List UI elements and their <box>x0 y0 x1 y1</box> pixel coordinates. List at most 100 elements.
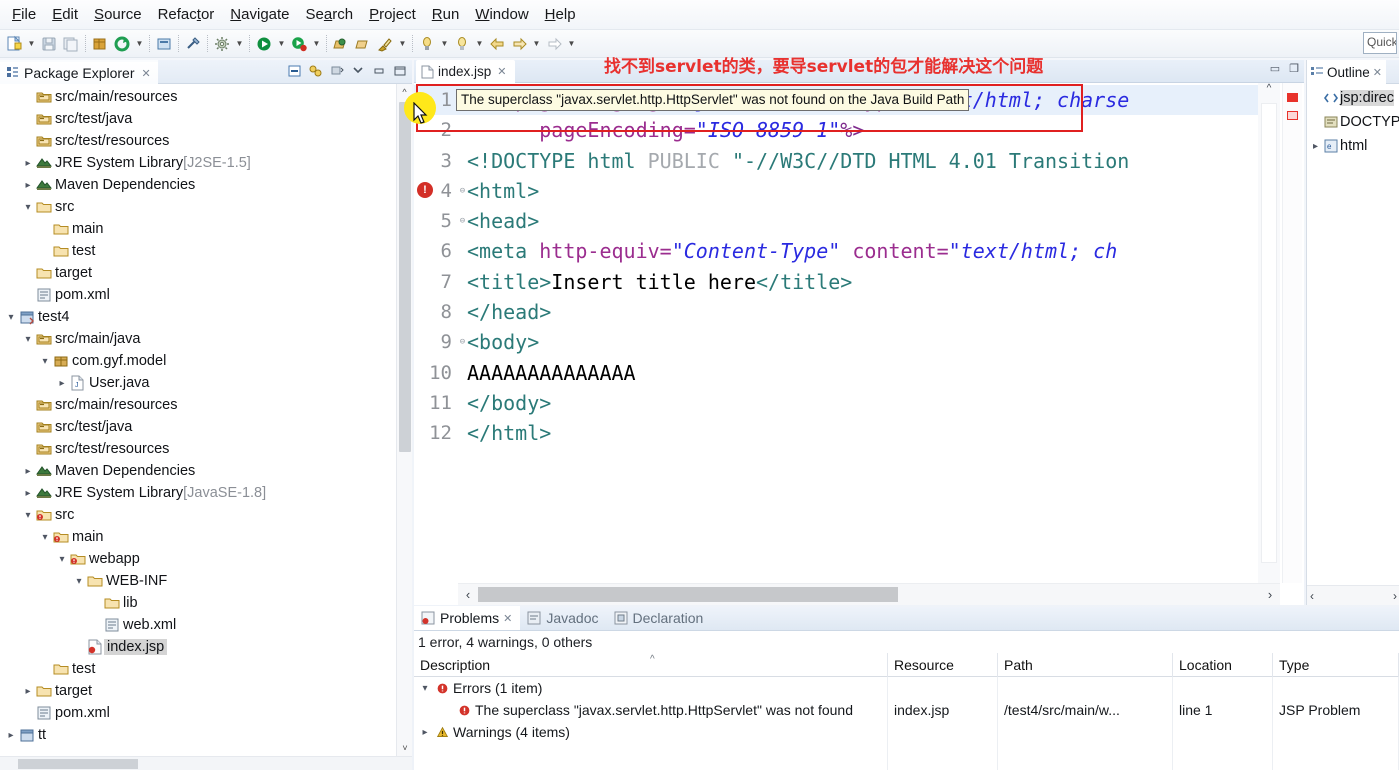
tree-item-target[interactable]: target <box>0 262 396 284</box>
scrollbar-thumb[interactable] <box>399 102 411 452</box>
collapse-twisty-icon[interactable]: ▾ <box>21 510 35 521</box>
code-line-5[interactable]: 5 ⊖ <head> <box>414 206 1258 236</box>
menu-file[interactable]: File <box>4 4 44 25</box>
tree-item-main[interactable]: main <box>0 218 396 240</box>
close-icon[interactable]: ✕ <box>142 67 151 80</box>
build-gear-icon[interactable] <box>211 33 233 55</box>
tab-javadoc[interactable]: Javadoc <box>520 606 606 630</box>
debug-dropdown[interactable]: ▼ <box>275 33 288 55</box>
fold-toggle-icon[interactable]: ⊖ <box>458 206 467 236</box>
collapse-twisty-icon[interactable]: ▾ <box>38 532 52 543</box>
package-explorer-vscrollbar[interactable]: ^ ˅ <box>396 84 412 756</box>
tree-item-test[interactable]: test <box>0 240 396 262</box>
tab-declaration[interactable]: Declaration <box>607 606 712 630</box>
next-annotation-icon[interactable] <box>451 33 473 55</box>
tree-item-jre-system-library[interactable]: ▸ JRE System Library [J2SE-1.5] <box>0 152 396 174</box>
fold-toggle-icon[interactable]: ⊖ <box>458 176 467 206</box>
new-wizard-dropdown[interactable]: ▼ <box>25 33 38 55</box>
editor-vscrollbar[interactable]: ^ <box>1258 83 1280 583</box>
expand-twisty-icon[interactable]: ▸ <box>21 158 35 169</box>
column-header-type[interactable]: Type <box>1273 652 1399 677</box>
previous-annotation-icon[interactable] <box>416 33 438 55</box>
tree-item-src-main-resources[interactable]: src/main/resources <box>0 86 396 108</box>
collapse-twisty-icon[interactable]: ▾ <box>55 554 69 565</box>
menu-window[interactable]: Window <box>467 4 536 25</box>
search-icon[interactable] <box>374 33 396 55</box>
menu-project[interactable]: Project <box>361 4 424 25</box>
scroll-left-icon[interactable]: ‹ <box>1310 589 1314 603</box>
collapse-twisty-icon[interactable]: ▾ <box>4 312 18 323</box>
sort-indicator-icon[interactable]: ^ <box>650 654 655 665</box>
tab-outline[interactable]: Outline ✕ <box>1307 60 1386 84</box>
tree-item-web.xml[interactable]: web.xml <box>0 614 396 636</box>
fold-toggle-icon[interactable]: ⊖ <box>458 327 467 357</box>
forward-icon[interactable] <box>508 33 530 55</box>
outline-hscrollbar[interactable]: ‹ › <box>1307 585 1399 605</box>
tree-item-pom.xml[interactable]: pom.xml <box>0 284 396 306</box>
tree-item-src[interactable]: ▾ src <box>0 196 396 218</box>
code-line-12[interactable]: 12 </html> <box>414 418 1258 448</box>
tree-item-webapp[interactable]: ▾ webapp <box>0 548 396 570</box>
link-with-editor-icon[interactable] <box>307 62 324 79</box>
search-dropdown[interactable]: ▼ <box>396 33 409 55</box>
outline-item-html[interactable]: ▸ e html <box>1307 134 1399 158</box>
tree-item-src-test-resources[interactable]: src/test/resources <box>0 130 396 152</box>
tree-item-tt[interactable]: ▸ tt <box>0 724 396 746</box>
quick-access-input[interactable]: Quick Access <box>1363 32 1397 54</box>
next-annotation-dropdown[interactable]: ▼ <box>473 33 486 55</box>
editor-hscrollbar[interactable]: ‹ › <box>458 583 1280 605</box>
collapse-twisty-icon[interactable]: ▾ <box>38 356 52 367</box>
tree-item-pom.xml[interactable]: pom.xml <box>0 702 396 724</box>
close-icon[interactable]: ✕ <box>497 65 506 78</box>
back-icon[interactable] <box>486 33 508 55</box>
code-line-8[interactable]: 8 </head> <box>414 297 1258 327</box>
scroll-right-icon[interactable]: › <box>1262 586 1278 603</box>
tree-item-src-main-resources[interactable]: src/main/resources <box>0 394 396 416</box>
next-edit-dropdown[interactable]: ▼ <box>565 33 578 55</box>
code-editor-text[interactable]: 1<%@ page language="java" contentType="t… <box>414 83 1258 583</box>
tree-item-user.java[interactable]: ▸ J User.java <box>0 372 396 394</box>
refresh-icon[interactable] <box>111 33 133 55</box>
refresh-dropdown[interactable]: ▼ <box>133 33 146 55</box>
expand-twisty-icon[interactable]: ▸ <box>21 686 35 697</box>
menu-run[interactable]: Run <box>424 4 468 25</box>
save-icon[interactable] <box>38 33 60 55</box>
expand-twisty-icon[interactable]: ▸ <box>4 730 18 741</box>
code-line-11[interactable]: 11 </body> <box>414 388 1258 418</box>
tab-index-jsp[interactable]: index.jsp ✕ <box>416 60 515 83</box>
menu-refactor[interactable]: Refactor <box>150 4 223 25</box>
tree-item-src-test-java[interactable]: src/test/java <box>0 416 396 438</box>
scroll-right-icon[interactable]: › <box>1393 589 1397 603</box>
tree-item-src-test-java[interactable]: src/test/java <box>0 108 396 130</box>
previous-annotation-dropdown[interactable]: ▼ <box>438 33 451 55</box>
menu-help[interactable]: Help <box>537 4 584 25</box>
minimize-view-icon[interactable] <box>370 62 387 79</box>
tree-item-com.gyf.model[interactable]: ▾ com.gyf.model <box>0 350 396 372</box>
editor-overview-ruler[interactable] <box>1282 83 1302 583</box>
code-line-7[interactable]: 7 <title>Insert title here</title> <box>414 267 1258 297</box>
collapse-twisty-icon[interactable]: ▾ <box>418 683 432 694</box>
tree-item-lib[interactable]: lib <box>0 592 396 614</box>
scroll-left-icon[interactable]: ‹ <box>460 586 476 603</box>
column-header-path[interactable]: Path <box>998 652 1173 677</box>
package-explorer-hscrollbar[interactable] <box>0 756 412 770</box>
menu-search[interactable]: Search <box>298 4 362 25</box>
expand-twisty-icon[interactable]: ▸ <box>1309 141 1322 152</box>
tree-item-jre-system-library[interactable]: ▸ JRE System Library [JavaSE-1.8] <box>0 482 396 504</box>
menu-source[interactable]: Source <box>86 4 150 25</box>
outline-tree[interactable]: jsp:direc DOCTYP ▸ e html <box>1307 84 1399 574</box>
close-icon[interactable]: ✕ <box>503 612 512 625</box>
expand-twisty-icon[interactable]: ▸ <box>418 727 432 738</box>
code-line-6[interactable]: 6 <meta http-equiv="Content-Type" content… <box>414 236 1258 266</box>
scrollbar-thumb-h[interactable] <box>18 759 138 769</box>
error-marker-icon[interactable]: ! <box>417 182 433 198</box>
menu-edit[interactable]: Edit <box>44 4 86 25</box>
maximize-view-icon[interactable] <box>391 62 408 79</box>
tree-item-src-test-resources[interactable]: src/test/resources <box>0 438 396 460</box>
column-header-location[interactable]: Location <box>1173 652 1273 677</box>
debug-icon[interactable] <box>253 33 275 55</box>
tree-item-index.jsp[interactable]: index.jsp <box>0 636 396 658</box>
column-header-resource[interactable]: Resource <box>888 652 998 677</box>
outline-item-jsp-direc[interactable]: jsp:direc <box>1307 86 1399 110</box>
expand-twisty-icon[interactable]: ▸ <box>21 466 35 477</box>
